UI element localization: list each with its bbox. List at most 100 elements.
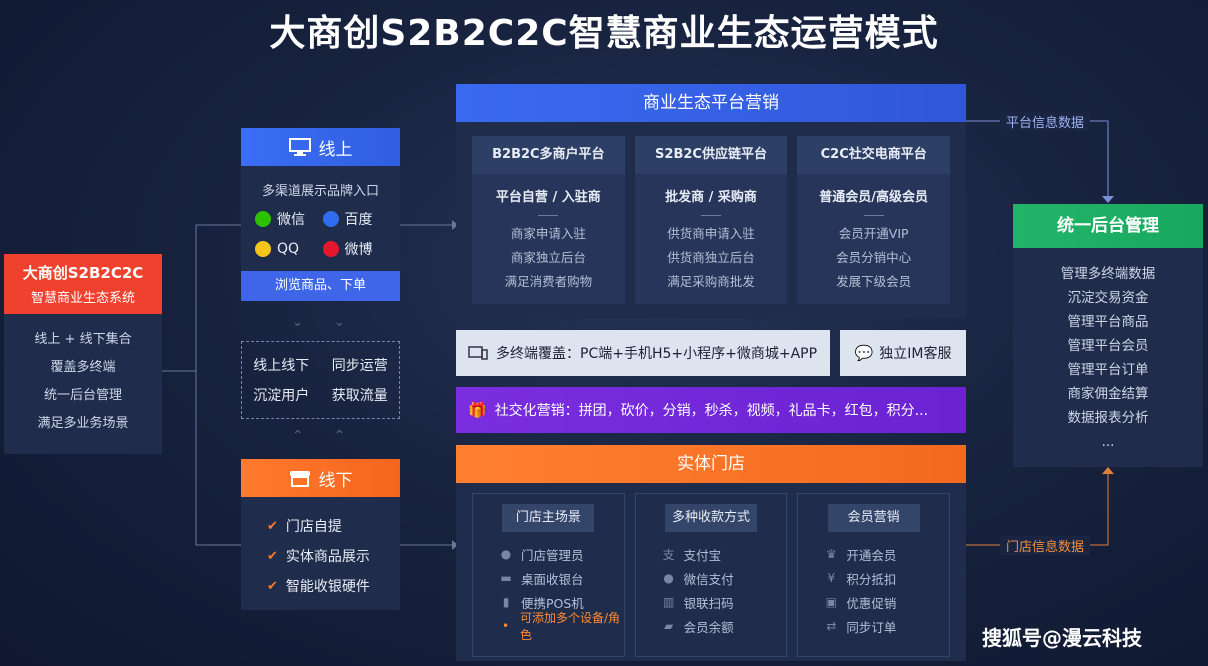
online-title: 线上: [318, 139, 353, 160]
channel-qq: QQ: [255, 239, 323, 259]
platform-column-item: 商家申请入驻: [510, 226, 586, 241]
store-title: 实体门店: [456, 445, 966, 483]
terminals-bar: 多终端覆盖：PC端+手机H5+小程序+微商城+APP: [456, 330, 830, 376]
bullet-icon: •: [501, 619, 510, 633]
platform-data-label: 平台信息数据: [1000, 112, 1091, 131]
channel-baidu: 百度: [322, 209, 391, 229]
platform-column-item: 商家独立后台: [510, 250, 586, 265]
platform-title: 商业生态平台营销: [456, 84, 966, 122]
sync-item: 沉淀用户: [253, 388, 310, 404]
coupon-icon: ▣: [825, 595, 838, 609]
scan-icon: ▥: [663, 595, 675, 609]
checkbox-icon: ✔: [267, 578, 278, 594]
platform-column-header: S2B2C供应链平台: [634, 136, 788, 174]
offline-item: ✔ 智能收银硬件: [267, 578, 370, 596]
chevron-up-icon: ⌃⌃: [291, 428, 376, 444]
store-item: ▣ 优惠促销: [825, 595, 897, 611]
platform-column: B2B2C多商户平台 平台自营 / 入驻商 商家申请入驻 商家独立后台 满足消费…: [472, 136, 625, 304]
backend-item: 数据报表分析: [1067, 410, 1149, 426]
backend-item: ...: [1101, 434, 1115, 450]
channel-wechat: 微信: [255, 209, 323, 229]
platform-column-item: 供货商申请入驻: [667, 226, 755, 241]
system-name: 大商创S2B2C2C: [22, 264, 144, 282]
backend-item: 管理平台会员: [1067, 338, 1149, 354]
platform-box: 商业生态平台营销 B2B2C多商户平台 平台自营 / 入驻商 商家申请入驻 商家…: [456, 84, 966, 318]
platform-column-item: 会员分销中心: [836, 250, 912, 265]
backend-item: 沉淀交易资金: [1067, 290, 1149, 306]
store-icon: [289, 471, 310, 487]
backend-item: 管理平台订单: [1067, 362, 1149, 378]
system-subtitle: 智慧商业生态系统: [30, 291, 135, 306]
sync-box: 线上线下 同步运营 沉淀用户 获取流量: [241, 341, 400, 419]
system-item: 覆盖多终端: [50, 360, 116, 375]
gift-icon: 🎁: [468, 401, 487, 419]
backend-box: 统一后台管理 管理多终端数据 沉淀交易资金 管理平台商品 管理平台会员 管理平台…: [1013, 204, 1203, 467]
cashier-icon: ▬: [500, 571, 512, 585]
platform-column-item: 会员开通VIP: [838, 226, 909, 241]
platform-column-header: C2C社交电商平台: [797, 136, 951, 174]
store-note: • 可添加多个设备/角色: [499, 611, 624, 642]
platform-column-sub: 批发商 / 采购商: [665, 190, 757, 205]
qq-icon: [255, 241, 271, 257]
im-bar: 💬 独立IM客服: [840, 330, 966, 376]
system-item: 线上 + 线下集合: [34, 332, 132, 347]
sync-item: 线上线下: [253, 358, 310, 374]
platform-column: C2C社交电商平台 普通会员/高级会员 会员开通VIP 会员分销中心 发展下级会…: [797, 136, 951, 304]
chat-icon: 💬: [854, 344, 874, 362]
platform-column-sub: 平台自营 / 入驻商: [495, 190, 601, 205]
devices-icon: [468, 346, 488, 360]
store-item: ● 微信支付: [663, 571, 734, 587]
backend-item: 管理多终端数据: [1060, 266, 1156, 282]
platform-column-item: 满足消费者购物: [504, 274, 593, 289]
offline-box: 线下 ✔ 门店自提 ✔ 实体商品展示 ✔ 智能收银硬件: [241, 459, 400, 610]
store-box: 实体门店 门店主场景 ● 门店管理员 ▬ 桌面收银台 ▮ 便携POS机 • 可添加多个设…: [456, 445, 966, 661]
store-item: ¥ 积分抵扣: [824, 566, 949, 590]
offline-item: ✔ 门店自提: [267, 518, 342, 536]
channel-weibo: 微博: [322, 239, 391, 259]
system-box: 大商创S2B2C2C 智慧商业生态系统 线上 + 线下集合 覆盖多终端 统一后台…: [4, 254, 162, 454]
user-icon: ●: [500, 547, 512, 561]
baidu-icon: [322, 211, 339, 227]
monitor-icon: [288, 138, 311, 156]
online-subtitle: 多渠道展示品牌入口: [261, 184, 379, 199]
store-column: 多种收款方式 支支付宝 ● 微信支付 ▥ 银联扫码 ▰ 会员余额: [634, 493, 788, 657]
page-title: 大商创S2B2C2C智慧商业生态运营模式: [269, 13, 939, 54]
watermark: 搜狐号@漫云科技: [982, 626, 1142, 650]
social-text: 社交化营销：拼团，砍价，分销，秒杀，视频，礼品卡，红包，积分...: [494, 403, 929, 419]
platform-column-item: 发展下级会员: [836, 274, 912, 289]
platform-column: S2B2C供应链平台 批发商 / 采购商 供货商申请入驻 供货商独立后台 满足采…: [634, 136, 788, 304]
store-item: ▰ 会员余额: [662, 614, 787, 638]
sync-item: 同步运营: [331, 358, 388, 374]
online-footer: 浏览商品、下单: [241, 271, 400, 301]
platform-column-item: 满足采购商批发: [667, 274, 755, 289]
system-header: 大商创S2B2C2C 智慧商业生态系统: [4, 254, 162, 314]
system-item: 满足多业务场景: [37, 416, 129, 431]
alipay-icon: 支: [662, 547, 675, 562]
store-item: ● 门店管理员: [500, 547, 584, 563]
platform-column-sub: 普通会员/高级会员: [819, 190, 929, 205]
platform-column-item: 供货商独立后台: [667, 250, 755, 265]
backend-item: 商家佣金结算: [1067, 386, 1149, 402]
checkbox-icon: ✔: [267, 548, 278, 564]
wechat-icon: [255, 211, 271, 227]
backend-title: 统一后台管理: [1013, 204, 1203, 248]
checkbox-icon: ✔: [267, 518, 278, 534]
store-item: ▥ 银联扫码: [663, 595, 734, 611]
chevron-down-icon: ⌄⌄: [291, 314, 376, 330]
im-text: 独立IM客服: [879, 346, 952, 362]
backend-item: 管理平台商品: [1067, 314, 1149, 330]
store-column: 会员营销 ♛ 开通会员 ¥ 积分抵扣 ▣ 优惠促销 ⇄ 同步订单: [797, 493, 951, 657]
store-item: ♛ 开通会员: [825, 547, 897, 563]
system-item: 统一后台管理: [43, 388, 122, 403]
store-column-header: 多种收款方式: [665, 504, 757, 532]
store-column-header: 会员营销: [827, 504, 920, 532]
social-bar: 🎁 社交化营销：拼团，砍价，分销，秒杀，视频，礼品卡，红包，积分...: [456, 387, 966, 433]
crown-icon: ♛: [825, 547, 837, 561]
offline-title: 线下: [318, 470, 353, 491]
sync-icon: ⇄: [826, 619, 837, 633]
coin-icon: ¥: [827, 571, 836, 585]
offline-item: ✔ 实体商品展示: [267, 548, 370, 566]
pos-icon: ▮: [502, 595, 510, 609]
store-item: ▬ 桌面收银台: [500, 571, 584, 587]
terminals-text: 多终端覆盖：PC端+手机H5+小程序+微商城+APP: [496, 346, 818, 362]
